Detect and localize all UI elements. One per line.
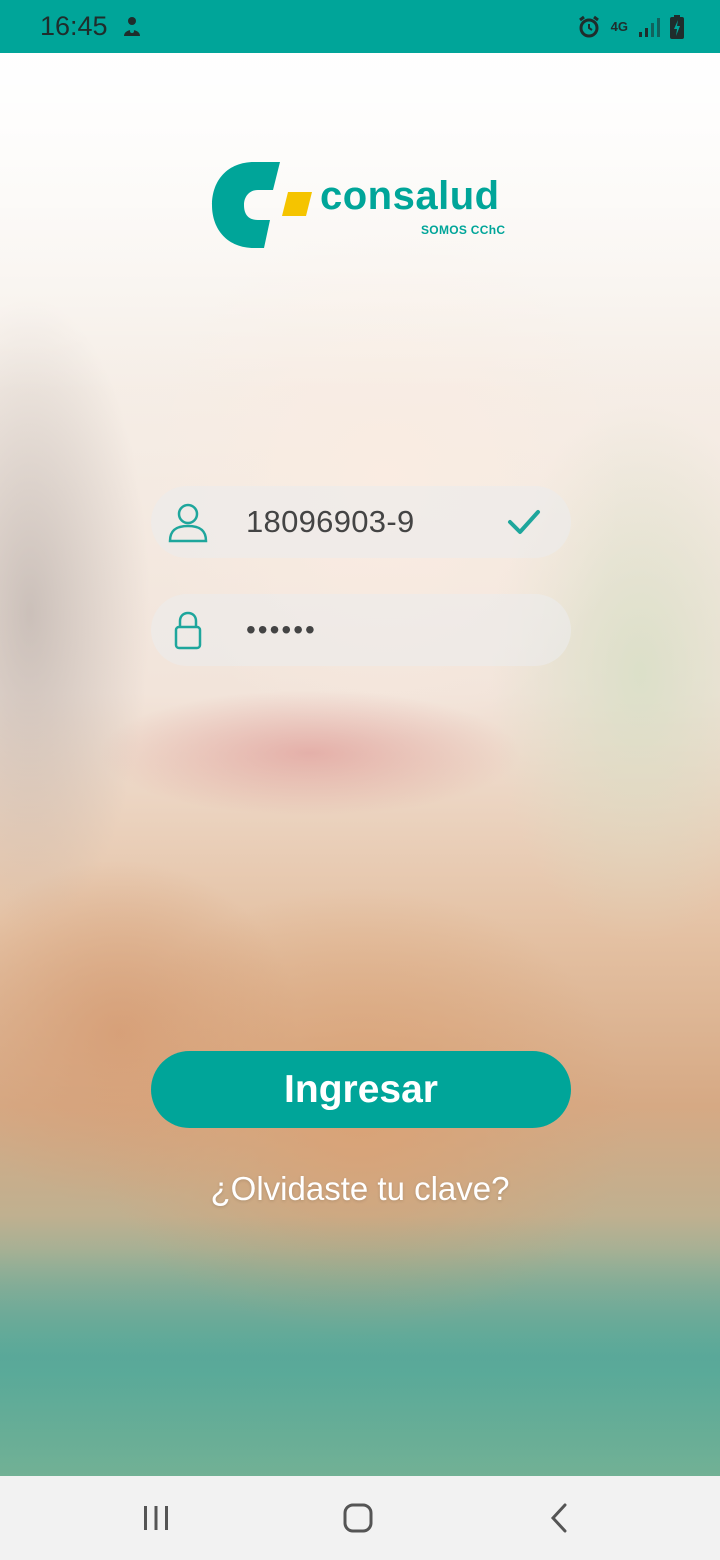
navigation-bar <box>0 1476 720 1560</box>
password-field[interactable]: •••••• <box>151 594 571 666</box>
rut-input[interactable]: 18096903-9 <box>246 504 415 540</box>
background-water <box>0 1216 720 1476</box>
home-icon[interactable] <box>342 1502 374 1534</box>
battery-charging-icon <box>670 14 684 39</box>
signal-icon <box>638 16 660 38</box>
login-button[interactable]: Ingresar <box>151 1051 571 1128</box>
status-right: 4G <box>577 14 684 39</box>
clock: 16:45 <box>40 11 108 41</box>
rut-field[interactable]: 18096903-9 <box>151 486 571 558</box>
status-bar: 16:45 4G <box>0 0 720 53</box>
status-left: 16:45 <box>40 11 142 42</box>
network-type-icon: 4G <box>610 18 628 34</box>
back-icon[interactable] <box>548 1502 570 1534</box>
lock-icon <box>167 609 209 651</box>
alarm-icon <box>577 15 601 39</box>
background-photo <box>0 53 720 1476</box>
password-input[interactable]: •••••• <box>246 614 317 646</box>
recent-apps-icon[interactable] <box>142 1504 170 1532</box>
logo-tagline: SOMOS CChC <box>421 223 506 237</box>
forgot-password-link[interactable]: ¿Olvidaste tu clave? <box>0 1170 720 1208</box>
network-type-label: 4G <box>610 18 628 34</box>
consalud-logo: consalud SOMOS CChC <box>210 160 520 252</box>
notification-icon <box>122 16 142 38</box>
logo-mark <box>212 162 312 248</box>
check-icon <box>507 508 541 536</box>
logo-wordmark: consalud <box>320 174 500 218</box>
user-icon <box>167 501 209 543</box>
